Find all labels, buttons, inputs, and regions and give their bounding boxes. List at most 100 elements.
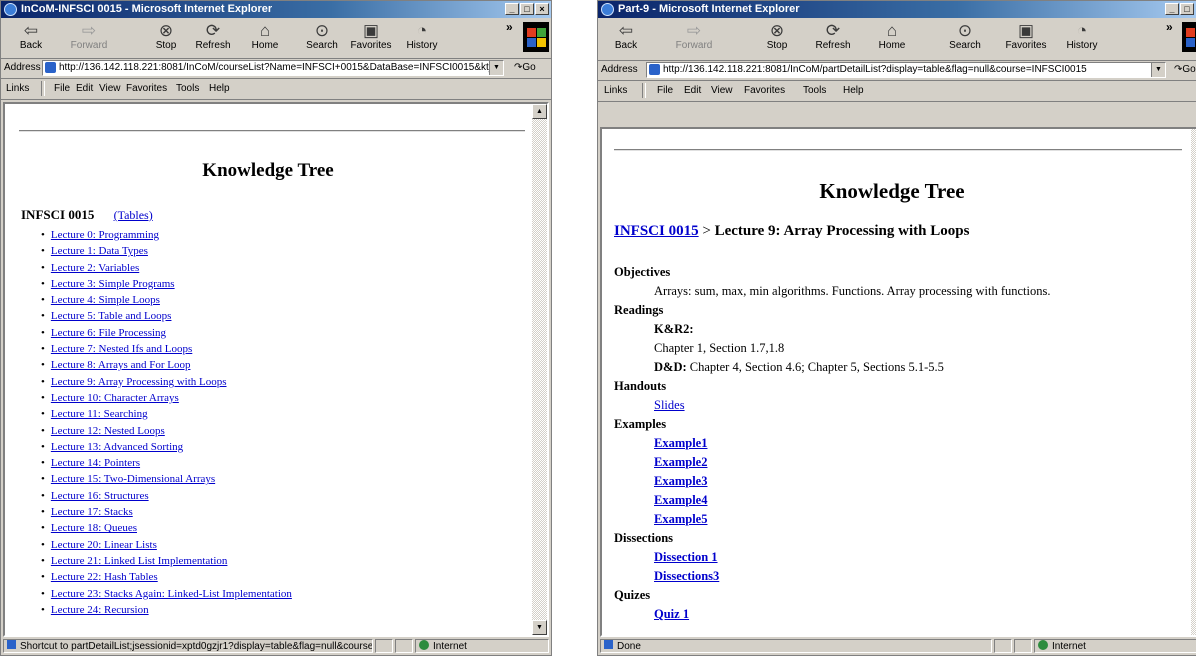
lecture-link[interactable]: Lecture 6: File Processing <box>51 327 166 339</box>
favorites-button[interactable]: ▣ Favorites <box>347 20 395 56</box>
menu-file[interactable]: File <box>54 83 70 94</box>
lecture-link[interactable]: Lecture 17: Stacks <box>51 506 133 518</box>
dissection-link[interactable]: Dissections3 <box>654 569 719 583</box>
menu-edit[interactable]: Edit <box>684 85 701 96</box>
lecture-link[interactable]: Lecture 18: Queues <box>51 522 137 534</box>
lecture-link[interactable]: Lecture 12: Nested Loops <box>51 425 165 437</box>
status-page-icon <box>7 640 16 649</box>
refresh-button[interactable]: ⟳ Refresh <box>809 20 857 56</box>
history-button[interactable]: ◔ History <box>1058 20 1106 56</box>
slides-link[interactable]: Slides <box>654 398 685 412</box>
page-title: Knowledge Tree <box>202 160 334 181</box>
menu-help[interactable]: Help <box>209 83 230 94</box>
minimize-button[interactable]: _ <box>1165 3 1179 15</box>
search-button[interactable]: ⊙ Search <box>298 20 346 56</box>
quizes-heading: Quizes <box>614 588 651 602</box>
refresh-button[interactable]: ⟳ Refresh <box>189 20 237 56</box>
toolbar-chevron-icon[interactable]: » <box>1166 20 1173 34</box>
forward-button[interactable]: ⇨ Forward <box>65 20 113 56</box>
home-button[interactable]: ⌂ Home <box>868 20 916 56</box>
lecture-list-item: Lecture 2: Variables <box>41 260 292 276</box>
lecture-link[interactable]: Lecture 15: Two-Dimensional Arrays <box>51 473 215 485</box>
example-link[interactable]: Example5 <box>654 512 707 526</box>
maximize-button[interactable]: □ <box>1180 3 1194 15</box>
lecture-link[interactable]: Lecture 22: Hash Tables <box>51 571 158 583</box>
vertical-scrollbar[interactable]: ▲ ▼ <box>532 104 547 635</box>
back-button[interactable]: ⇦ Back <box>7 20 55 56</box>
address-input[interactable]: http://136.142.118.221:8081/InCoM/partDe… <box>646 62 1166 78</box>
menu-tools[interactable]: Tools <box>176 83 199 94</box>
lecture-link[interactable]: Lecture 10: Character Arrays <box>51 392 179 404</box>
search-button[interactable]: ⊙ Search <box>941 20 989 56</box>
forward-button[interactable]: ⇨ Forward <box>670 20 718 56</box>
menu-view[interactable]: View <box>711 85 733 96</box>
lecture-list-item: Lecture 7: Nested Ifs and Loops <box>41 341 292 357</box>
title-bar: Part-9 - Microsoft Internet Explorer _ □ <box>598 1 1196 18</box>
lecture-link[interactable]: Lecture 5: Table and Loops <box>51 310 172 322</box>
lecture-list-item: Lecture 17: Stacks <box>41 504 292 520</box>
lecture-link[interactable]: Lecture 24: Recursion <box>51 604 149 616</box>
lecture-link[interactable]: Lecture 20: Linear Lists <box>51 539 157 551</box>
stop-button[interactable]: ⊗ Stop <box>753 20 801 56</box>
lecture-link[interactable]: Lecture 23: Stacks Again: Linked-List Im… <box>51 588 292 600</box>
links-menu[interactable]: Links <box>6 83 29 94</box>
menu-file[interactable]: File <box>657 85 673 96</box>
address-input[interactable]: http://136.142.118.221:8081/InCoM/course… <box>42 60 504 76</box>
address-label: Address <box>601 64 638 75</box>
links-menu[interactable]: Links <box>604 85 627 96</box>
lecture-list-item: Lecture 1: Data Types <box>41 243 292 259</box>
tables-link[interactable]: (Tables) <box>114 208 153 222</box>
lecture-list-item: Lecture 18: Queues <box>41 520 292 536</box>
scroll-up-button[interactable]: ▲ <box>532 104 547 119</box>
menu-favorites[interactable]: Favorites <box>126 83 167 94</box>
back-button[interactable]: ⇦ Back <box>602 20 650 56</box>
examples-list: Example1 Example2 Example3 Example4 Example5 <box>614 434 1184 529</box>
lecture-link[interactable]: Lecture 1: Data Types <box>51 245 148 257</box>
lecture-link[interactable]: Lecture 21: Linked List Implementation <box>51 555 228 567</box>
address-text: http://136.142.118.221:8081/InCoM/partDe… <box>663 64 1087 75</box>
address-dropdown-button[interactable]: ▼ <box>489 61 503 75</box>
lecture-link[interactable]: Lecture 7: Nested Ifs and Loops <box>51 343 192 355</box>
maximize-button[interactable]: □ <box>520 3 534 15</box>
search-icon: ⊙ <box>314 21 330 40</box>
scroll-down-button[interactable]: ▼ <box>532 620 547 635</box>
lecture-link[interactable]: Lecture 11: Searching <box>51 408 148 420</box>
windows-logo-icon <box>523 22 549 52</box>
toolbar-chevron-icon[interactable]: » <box>506 20 513 34</box>
lecture-link[interactable]: Lecture 13: Advanced Sorting <box>51 441 183 453</box>
go-button[interactable]: ↷Go <box>1174 64 1196 75</box>
example-link[interactable]: Example3 <box>654 474 707 488</box>
menu-tools[interactable]: Tools <box>803 85 826 96</box>
lecture-link[interactable]: Lecture 16: Structures <box>51 490 149 502</box>
lecture-link[interactable]: Lecture 8: Arrays and For Loop <box>51 359 191 371</box>
lecture-link[interactable]: Lecture 0: Programming <box>51 229 159 241</box>
lecture-link[interactable]: Lecture 3: Simple Programs <box>51 278 175 290</box>
lecture-link[interactable]: Lecture 4: Simple Loops <box>51 294 160 306</box>
menu-favorites[interactable]: Favorites <box>744 85 785 96</box>
favorites-icon: ▣ <box>362 21 380 40</box>
internet-globe-icon <box>1038 640 1048 650</box>
quiz-link[interactable]: Quiz 1 <box>654 607 689 621</box>
favorites-button[interactable]: ▣ Favorites <box>1002 20 1050 56</box>
menu-edit[interactable]: Edit <box>76 83 93 94</box>
menu-help[interactable]: Help <box>843 85 864 96</box>
history-button[interactable]: ◔ History <box>398 20 446 56</box>
minimize-button[interactable]: _ <box>505 3 519 15</box>
example-link[interactable]: Example2 <box>654 455 707 469</box>
menu-view[interactable]: View <box>99 83 121 94</box>
vertical-scrollbar[interactable] <box>1191 129 1196 635</box>
example-link[interactable]: Example1 <box>654 436 707 450</box>
breadcrumb-course-link[interactable]: INFSCI 0015 <box>614 223 699 239</box>
stop-button[interactable]: ⊗ Stop <box>142 20 190 56</box>
close-button[interactable]: × <box>535 3 549 15</box>
example-item: Example5 <box>614 510 1184 529</box>
lecture-link[interactable]: Lecture 9: Array Processing with Loops <box>51 376 227 388</box>
go-button[interactable]: ↷Go <box>514 62 536 73</box>
window-title: InCoM-INFSCI 0015 - Microsoft Internet E… <box>21 3 273 15</box>
lecture-link[interactable]: Lecture 2: Variables <box>51 262 139 274</box>
home-button[interactable]: ⌂ Home <box>241 20 289 56</box>
address-dropdown-button[interactable]: ▼ <box>1151 63 1165 77</box>
lecture-link[interactable]: Lecture 14: Pointers <box>51 457 140 469</box>
example-link[interactable]: Example4 <box>654 493 707 507</box>
dissection-link[interactable]: Dissection 1 <box>654 550 718 564</box>
